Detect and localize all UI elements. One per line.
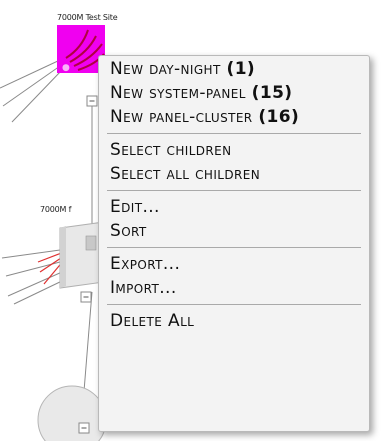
menu-item-select-all-children[interactable]: Select all children — [99, 162, 369, 186]
menu-item-count: (16) — [258, 107, 300, 127]
menu-item-label: New panel-cluster — [110, 107, 253, 127]
menu-item-export[interactable]: Export... — [99, 252, 369, 276]
menu-item-label: New system-panel — [110, 83, 246, 103]
menu-item-delete-all[interactable]: Delete All — [99, 309, 369, 333]
menu-separator — [107, 304, 361, 305]
panel-cluster-node[interactable] — [37, 385, 107, 441]
menu-item-count: (1) — [226, 59, 256, 79]
menu-separator — [107, 133, 361, 134]
panel-node-label: 7000M f — [40, 205, 72, 214]
menu-separator — [107, 247, 361, 248]
expand-toggle-site[interactable] — [86, 95, 98, 107]
site-node-label: 7000M Test Site — [57, 13, 118, 22]
menu-item-new-system-panel[interactable]: New system-panel (15) — [99, 81, 369, 105]
menu-item-new-day-night[interactable]: New day-night (1) — [99, 57, 369, 81]
menu-separator — [107, 190, 361, 191]
menu-item-import[interactable]: Import... — [99, 276, 369, 300]
menu-item-label: New day-night — [110, 59, 221, 79]
context-menu: New day-night (1) New system-panel (15) … — [98, 55, 370, 432]
menu-item-new-panel-cluster[interactable]: New panel-cluster (16) — [99, 105, 369, 129]
expand-toggle-panel[interactable] — [80, 291, 92, 303]
menu-item-sort[interactable]: Sort — [99, 219, 369, 243]
svg-text:●: ● — [62, 63, 70, 73]
menu-item-select-children[interactable]: Select children — [99, 138, 369, 162]
menu-item-edit[interactable]: Edit... — [99, 195, 369, 219]
menu-item-count: (15) — [251, 83, 293, 103]
